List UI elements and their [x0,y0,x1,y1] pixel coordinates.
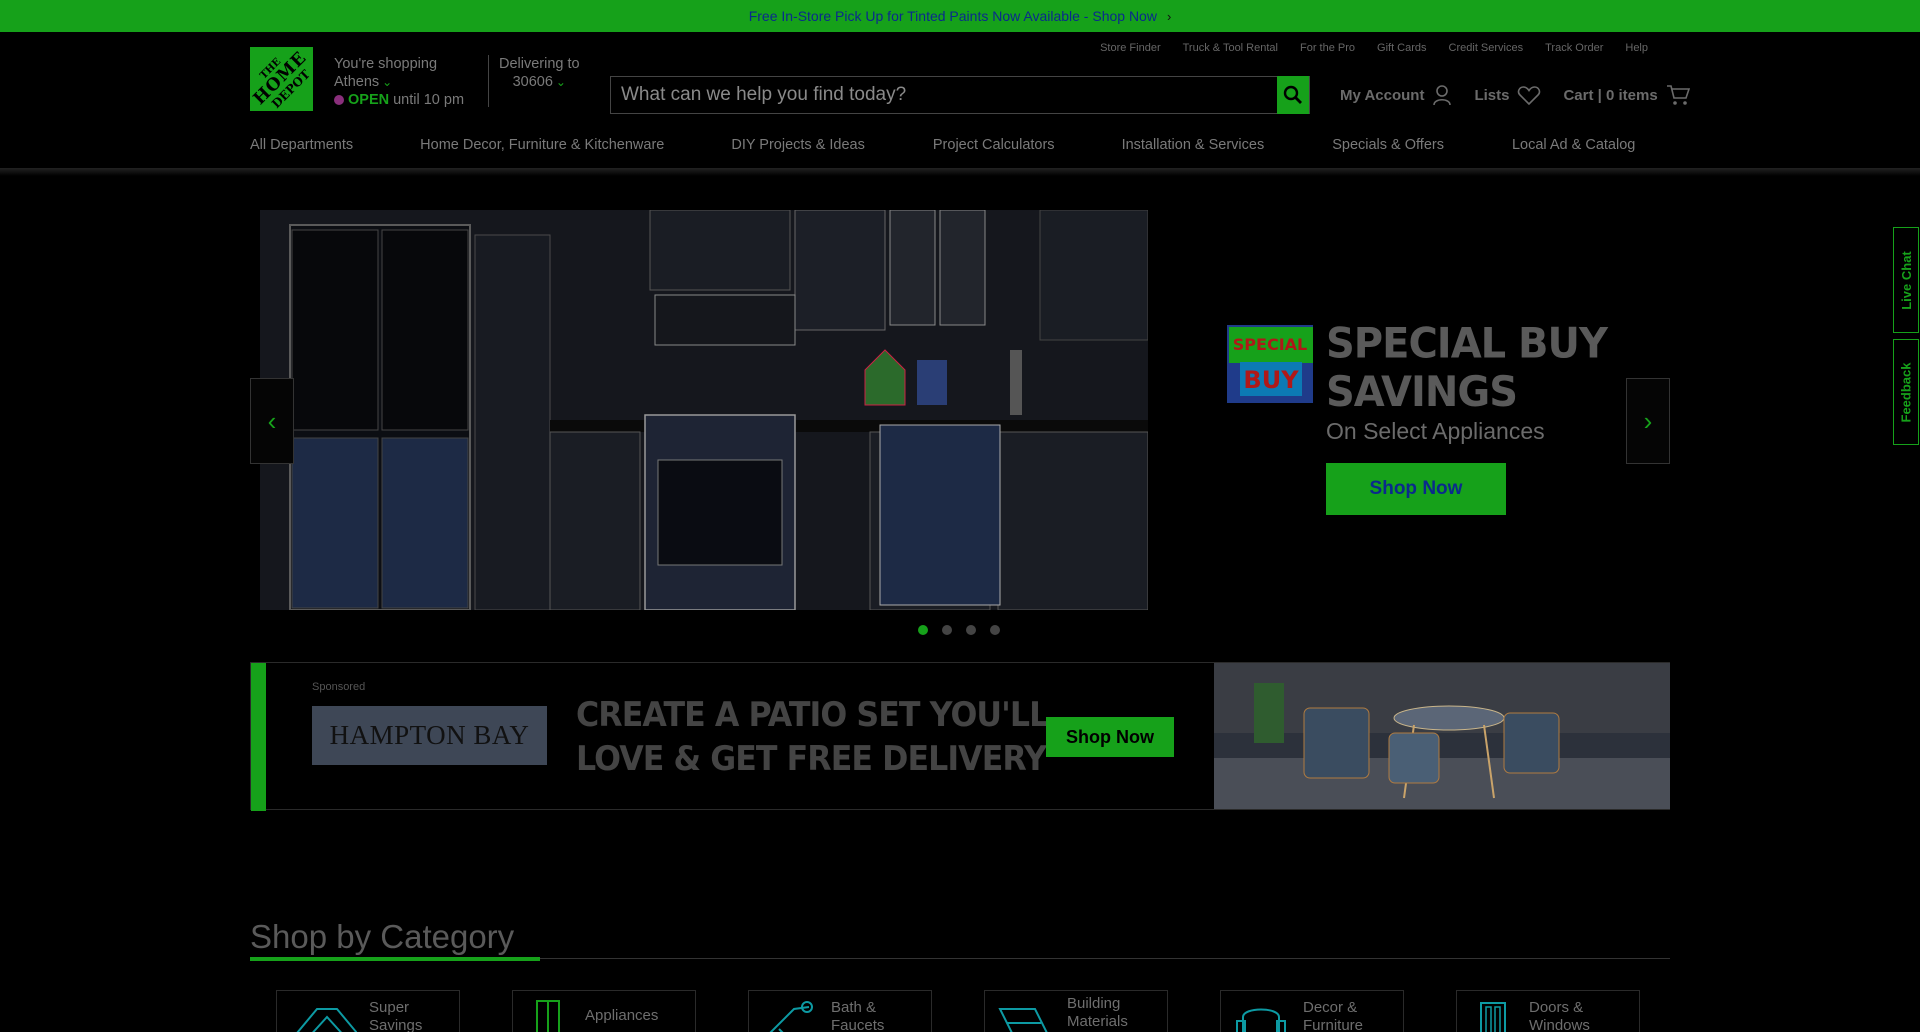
feedback-tab[interactable]: Feedback [1893,339,1919,445]
divider [488,55,489,107]
util-for-the-pro[interactable]: For the Pro [1300,42,1355,54]
util-help[interactable]: Help [1625,42,1648,54]
carousel-dot[interactable] [990,625,1000,635]
chevron-left-icon: ‹ [267,405,277,436]
carousel-dots [918,625,1000,635]
category-appliances[interactable]: Appliances [512,990,696,1032]
svg-text:BUY: BUY [1243,366,1299,394]
promo-banner[interactable]: Free In-Store Pick Up for Tinted Paints … [0,0,1920,32]
category-super-savings[interactable]: Super Savings [276,990,460,1032]
nav-divider [0,168,1920,176]
store-selector[interactable]: You're shopping Athens ⌄ OPEN until 10 pm [334,55,464,109]
utility-links: Store Finder Truck & Tool Rental For the… [1100,42,1648,54]
chevron-down-icon: ⌄ [382,75,393,89]
banner-headline: CREATE A PATIO SET YOU'LL LOVE & GET FRE… [576,695,1049,779]
heart-icon [1518,85,1541,105]
carousel-dot[interactable] [966,625,976,635]
patio-set-image [1214,663,1670,809]
category-building-materials[interactable]: Building Materials [984,990,1168,1032]
cart-label: Cart | 0 items [1563,86,1658,104]
lists-button[interactable]: Lists [1474,85,1541,106]
nav-specials-offers[interactable]: Specials & Offers [1332,137,1444,153]
category-decor-furniture[interactable]: Decor & Furniture [1220,990,1404,1032]
hero-kitchen-image[interactable] [260,210,1148,610]
chevron-right-icon: › [1166,8,1172,24]
hampton-bay-logo: HAMPTON BAY [312,706,547,765]
search-bar [610,76,1310,114]
carousel-next-button[interactable]: › [1626,378,1670,464]
kitchen-illustration [260,210,1148,610]
nav-project-calculators[interactable]: Project Calculators [933,137,1055,153]
store-hours: until 10 pm [393,92,465,108]
chevron-down-icon: ⌄ [555,75,566,89]
status-dot-icon [334,95,344,105]
util-track-order[interactable]: Track Order [1545,42,1603,54]
special-buy-badge-icon: SPECIAL BUY [1227,325,1313,403]
store-label: You're shopping [334,56,438,72]
sponsored-banner[interactable]: Sponsored HAMPTON BAY CREATE A PATIO SET… [250,662,1670,811]
sponsored-label: Sponsored [312,681,366,693]
search-button[interactable] [1277,76,1309,114]
section-accent-underline [250,957,540,961]
carousel-dot[interactable] [942,625,952,635]
chair-icon [1236,1008,1286,1032]
refrigerator-icon [536,1000,560,1032]
my-account-label: My Account [1340,86,1425,104]
door-icon [1480,1002,1506,1032]
cart-icon [1666,85,1690,105]
user-icon [1433,85,1452,106]
nav-diy-projects[interactable]: DIY Projects & Ideas [731,137,865,153]
carousel-prev-button[interactable]: ‹ [250,378,294,464]
search-input[interactable] [611,77,1277,113]
main-nav: All Departments Home Decor, Furniture & … [250,137,1635,153]
store-status: OPEN until 10 pm [334,91,464,109]
nav-all-departments[interactable]: All Departments [250,137,353,153]
banner-accent-bar [251,663,266,811]
svg-text:SPECIAL: SPECIAL [1233,335,1307,354]
delivery-zip[interactable]: 30606 ⌄ [499,73,580,91]
store-city[interactable]: Athens ⌄ [334,73,464,91]
chevron-right-icon: › [1643,405,1653,436]
nav-home-decor[interactable]: Home Decor, Furniture & Kitchenware [420,137,664,153]
category-bath-faucets[interactable]: Bath & Faucets [748,990,932,1032]
my-account-button[interactable]: My Account [1340,84,1452,106]
banner-shop-now-button[interactable]: Shop Now [1046,717,1174,757]
util-credit-services[interactable]: Credit Services [1449,42,1524,54]
live-chat-label: Live Chat [1898,250,1914,310]
cart-button[interactable]: Cart | 0 items [1563,84,1690,106]
util-store-finder[interactable]: Store Finder [1100,42,1161,54]
util-truck-tool-rental[interactable]: Truck & Tool Rental [1183,42,1278,54]
patio-illustration [1214,663,1670,809]
hero-subtitle: On Select Appliances [1326,418,1545,444]
shop-by-category-title: Shop by Category [250,918,515,955]
lists-label: Lists [1474,86,1510,104]
delivery-label: Delivering to [499,56,580,72]
shower-icon [769,1001,813,1032]
hero-title: SPECIAL BUY SAVINGS [1326,319,1608,417]
live-chat-tab[interactable]: Live Chat [1893,227,1919,333]
home-depot-logo[interactable]: THE HOME DEPOT [250,47,313,111]
lumber-icon [998,1008,1048,1032]
category-list: Super Savings Appliances Bath & Faucets … [276,990,1640,1032]
nav-installation-services[interactable]: Installation & Services [1122,137,1265,153]
account-toolbar: My Account Lists Cart | 0 items [1340,84,1712,106]
hero-shop-now-button[interactable]: Shop Now [1326,463,1506,515]
open-badge: OPEN [348,92,390,108]
util-gift-cards[interactable]: Gift Cards [1377,42,1427,54]
nav-local-ad-catalog[interactable]: Local Ad & Catalog [1512,137,1635,153]
tag-icon [296,1008,357,1032]
delivery-selector[interactable]: Delivering to 30606 ⌄ [499,55,580,91]
feedback-label: Feedback [1898,362,1914,422]
carousel-dot[interactable] [918,625,928,635]
promo-text[interactable]: Free In-Store Pick Up for Tinted Paints … [749,8,1157,24]
category-doors-windows[interactable]: Doors & Windows [1456,990,1640,1032]
search-icon [1283,85,1302,104]
